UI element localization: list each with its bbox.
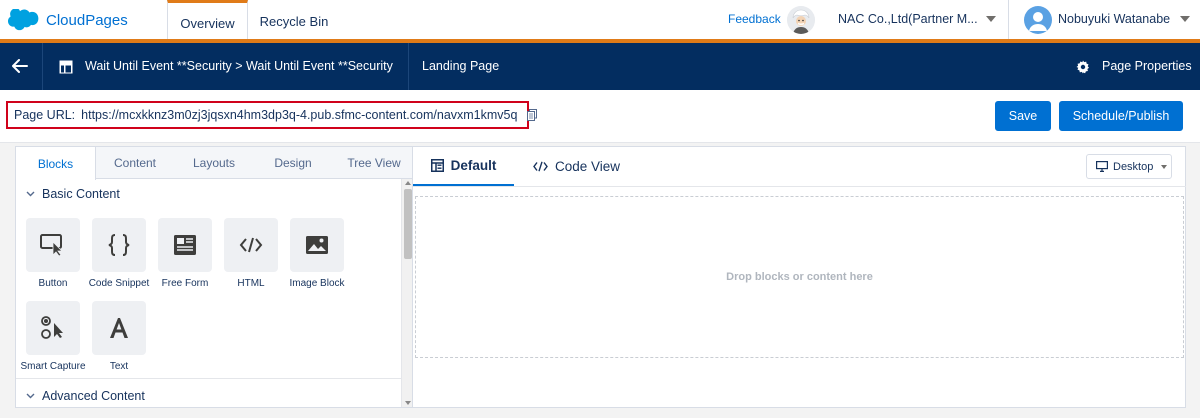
copy-icon[interactable] — [527, 109, 538, 121]
section-title: Advanced Content — [42, 389, 145, 403]
content-panel-scrollbar[interactable] — [401, 179, 412, 407]
section-divider — [16, 378, 401, 379]
tab-overview-label: Overview — [180, 15, 235, 31]
tab-design[interactable]: Design — [256, 147, 330, 179]
block-label: Image Block — [289, 278, 345, 289]
device-select[interactable]: Desktop — [1086, 154, 1172, 179]
tab-content-label: Content — [113, 156, 157, 170]
breadcrumb[interactable]: Wait Until Event **Security > Wait Until… — [85, 59, 393, 73]
org-name[interactable]: NAC Co.,Ltd(Partner M... — [838, 12, 978, 26]
tab-recycle-bin[interactable]: Recycle Bin — [248, 0, 340, 43]
einstein-avatar-icon — [787, 6, 815, 34]
section-advanced-content[interactable]: Advanced Content — [26, 389, 145, 403]
braces-icon — [92, 218, 146, 272]
page-properties-button[interactable]: Page Properties — [1102, 59, 1192, 73]
tab-code-view-label: Code View — [555, 159, 621, 174]
block-free-form[interactable]: Free Form — [152, 218, 218, 289]
user-chevron-down-icon[interactable] — [1180, 16, 1190, 22]
block-label: Button — [38, 278, 68, 289]
app-logo[interactable]: CloudPages — [8, 9, 128, 31]
canvas-header-divider — [413, 186, 1186, 187]
page-header: Wait Until Event **Security > Wait Until… — [0, 43, 1200, 90]
block-html[interactable]: HTML — [218, 218, 284, 289]
top-bar-divider — [1008, 0, 1009, 39]
canvas-panel: Default Code View Desktop Drop blocks or… — [413, 146, 1186, 408]
section-title: Basic Content — [42, 187, 120, 201]
salesforce-cloud-icon — [8, 9, 39, 31]
tab-tree-view-label: Tree View — [347, 156, 401, 170]
drop-zone-placeholder: Drop blocks or content here — [726, 271, 873, 283]
content-panel-tabs: Blocks Content Layouts Design Tree View — [16, 147, 412, 180]
block-code-snippet[interactable]: Code Snippet — [86, 218, 152, 289]
image-icon — [290, 218, 344, 272]
content-panel: Blocks Content Layouts Design Tree View … — [15, 146, 413, 408]
schedule-publish-button[interactable]: Schedule/Publish — [1059, 101, 1183, 131]
page-url-label: Page URL: — [14, 108, 76, 122]
header-divider — [408, 43, 409, 90]
page-layout-icon — [59, 60, 73, 74]
header-divider — [42, 43, 43, 90]
chevron-down-icon — [26, 393, 35, 399]
top-bar: CloudPages Overview Recycle Bin Feedback… — [0, 0, 1200, 43]
device-select-value: Desktop — [1113, 160, 1154, 173]
block-label: Smart Capture — [20, 361, 86, 372]
chevron-down-icon — [1161, 164, 1168, 169]
smart-capture-icon — [26, 301, 80, 355]
back-arrow-icon[interactable] — [12, 59, 28, 73]
feedback-link[interactable]: Feedback — [728, 12, 781, 26]
tab-default-label: Default — [450, 158, 497, 173]
app-name: CloudPages — [46, 11, 128, 29]
section-basic-content[interactable]: Basic Content — [26, 187, 120, 201]
page-url-box: Page URL: https://mcxkknz3m0zj3jqsxn4hm3… — [6, 101, 538, 129]
block-label: HTML — [237, 278, 265, 289]
tab-default[interactable]: Default — [413, 147, 514, 186]
tab-recycle-bin-label: Recycle Bin — [259, 14, 329, 29]
tab-layouts-label: Layouts — [192, 156, 236, 170]
tab-overview[interactable]: Overview — [167, 0, 248, 43]
tab-tree-view[interactable]: Tree View — [334, 147, 412, 179]
scroll-up-icon[interactable] — [405, 181, 411, 185]
page-type-label: Landing Page — [422, 59, 500, 73]
chevron-down-icon — [26, 191, 35, 197]
block-button[interactable]: Button — [20, 218, 86, 289]
url-toolbar: Page URL: https://mcxkknz3m0zj3jqsxn4hm3… — [0, 90, 1200, 143]
tab-content[interactable]: Content — [98, 147, 172, 179]
block-label: Free Form — [161, 278, 209, 289]
user-name[interactable]: Nobuyuki Watanabe — [1058, 12, 1170, 26]
block-smart-capture[interactable]: Smart Capture — [20, 301, 86, 372]
save-button[interactable]: Save — [995, 101, 1051, 131]
org-chevron-down-icon[interactable] — [986, 16, 996, 22]
monitor-icon — [1096, 161, 1108, 172]
tab-blocks[interactable]: Blocks — [16, 147, 96, 180]
page-url-value[interactable]: https://mcxkknz3m0zj3jqsxn4hm3dp3q-4.pub… — [81, 108, 517, 122]
layout-grid-icon — [430, 159, 444, 172]
scroll-thumb[interactable] — [404, 189, 412, 259]
block-text[interactable]: Text — [86, 301, 152, 372]
tab-blocks-label: Blocks — [37, 156, 74, 171]
tab-code-view[interactable]: Code View — [533, 147, 620, 186]
scroll-down-icon[interactable] — [405, 401, 411, 405]
block-label: Text — [109, 361, 129, 372]
user-avatar-icon[interactable] — [1024, 6, 1052, 34]
html-code-icon — [224, 218, 278, 272]
tab-design-label: Design — [274, 156, 312, 170]
block-image[interactable]: Image Block — [284, 218, 350, 289]
gear-icon[interactable] — [1076, 60, 1090, 74]
free-form-icon — [158, 218, 212, 272]
button-click-icon — [26, 218, 80, 272]
code-icon — [533, 161, 548, 172]
tab-layouts[interactable]: Layouts — [176, 147, 252, 179]
text-a-icon — [92, 301, 146, 355]
block-label: Code Snippet — [88, 278, 150, 289]
drop-zone[interactable]: Drop blocks or content here — [415, 196, 1184, 358]
